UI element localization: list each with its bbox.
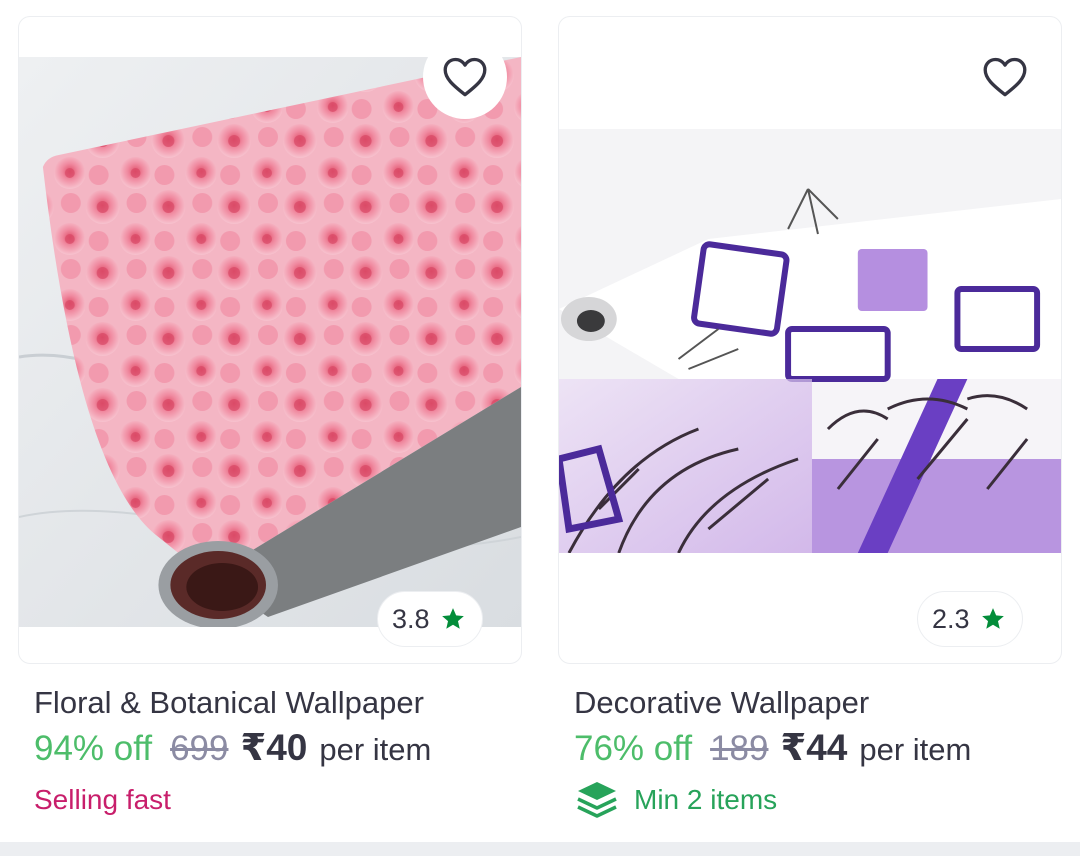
- product-title[interactable]: Decorative Wallpaper: [574, 684, 1080, 722]
- product-title[interactable]: Floral & Botanical Wallpaper: [34, 684, 554, 722]
- discount-label: 76% off: [574, 729, 693, 768]
- product-info-floral[interactable]: Floral & Botanical Wallpaper 94% off 699…: [34, 684, 554, 822]
- wishlist-button[interactable]: [963, 35, 1047, 119]
- heart-outline-icon: [983, 57, 1027, 97]
- product-tag: Selling fast: [34, 778, 554, 822]
- original-price: 699: [170, 729, 229, 768]
- purple-squares-wallpaper-image: [559, 129, 1061, 553]
- price-row: 76% off 189 ₹44 per item: [574, 726, 1080, 770]
- star-icon: [441, 608, 464, 629]
- discount-label: 94% off: [34, 729, 153, 768]
- rating-value: 3.8: [392, 603, 430, 634]
- sale-price: ₹44: [780, 727, 848, 768]
- product-card-decorative[interactable]: 2.3: [558, 16, 1062, 664]
- product-image[interactable]: [559, 129, 1061, 553]
- sale-price: ₹40: [240, 727, 308, 768]
- min-items-label: Min 2 items: [634, 784, 778, 815]
- bottom-divider: [0, 842, 1080, 856]
- product-info-decorative[interactable]: Decorative Wallpaper 76% off 189 ₹44 per…: [574, 684, 1080, 822]
- price-unit: per item: [319, 732, 432, 767]
- pink-roses-wallpaper-image: [19, 57, 521, 627]
- product-grid: 3.8 2.3 Floral & Botanical Wallpaper 94%…: [0, 0, 1080, 856]
- layers-icon: [574, 778, 620, 822]
- product-image[interactable]: [19, 57, 521, 627]
- product-tag: Min 2 items: [574, 778, 1080, 822]
- rating-value: 2.3: [932, 603, 970, 634]
- star-icon: [981, 608, 1004, 629]
- rating-badge: 2.3: [917, 591, 1023, 647]
- price-row: 94% off 699 ₹40 per item: [34, 726, 554, 770]
- rating-badge: 3.8: [377, 591, 483, 647]
- price-unit: per item: [859, 732, 972, 767]
- original-price: 189: [710, 729, 769, 768]
- heart-outline-icon: [443, 57, 487, 97]
- wishlist-button[interactable]: [423, 35, 507, 119]
- selling-fast-label: Selling fast: [34, 784, 171, 815]
- product-card-floral[interactable]: 3.8: [18, 16, 522, 664]
